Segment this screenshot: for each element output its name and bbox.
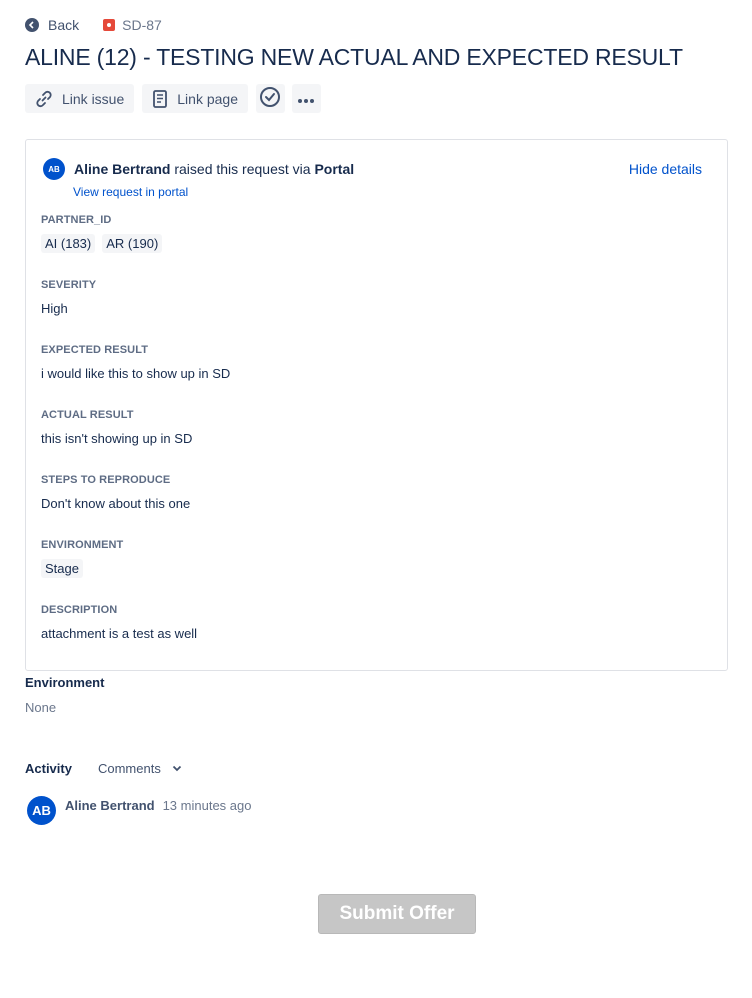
link-page-label: Link page [177, 90, 238, 107]
check-circle-icon [259, 86, 281, 111]
field-value: attachment is a test as well [41, 626, 198, 641]
issue-title: ALINE (12) - TESTING NEW ACTUAL AND EXPE… [25, 44, 683, 70]
field-partner-id: PARTNER_ID AI (183) AR (190) [41, 214, 169, 253]
environment-heading: Environment [25, 675, 105, 690]
activity-filter-label: Comments [97, 761, 161, 776]
link-issue-label: Link issue [62, 90, 125, 107]
field-value: High [41, 301, 68, 316]
issue-key-link[interactable]: SD-87 [103, 17, 162, 33]
avatar[interactable]: AB [27, 796, 56, 825]
field-value: this isn't showing up in SD [41, 431, 193, 446]
link-icon [35, 90, 53, 108]
field-value: i would like this to show up in SD [41, 366, 231, 381]
field-label: STEPS TO REPRODUCE [41, 474, 171, 486]
more-actions-button[interactable] [291, 84, 321, 113]
environment-value[interactable]: None [25, 700, 56, 715]
field-label: ENVIRONMENT [41, 539, 124, 551]
field-actual-result: ACTUAL RESULT this isn't showing up in S… [41, 409, 192, 446]
request-details-panel: AB Aline Bertrand raised this request vi… [25, 139, 728, 671]
issue-toolbar: Link issue Link page [25, 84, 328, 113]
reporter-name[interactable]: Aline Bertrand [74, 161, 170, 177]
field-label: DESCRIPTION [41, 604, 118, 616]
field-severity: SEVERITY High [41, 279, 96, 316]
field-value: Don't know about this one [41, 496, 191, 511]
field-environment: ENVIRONMENT Stage [41, 539, 123, 578]
field-label: ACTUAL RESULT [41, 409, 134, 421]
back-link[interactable]: Back [25, 17, 79, 33]
resolve-button[interactable] [255, 84, 285, 113]
activity-filter-dropdown[interactable]: Comments [98, 761, 182, 776]
view-in-portal-link[interactable]: View request in portal [73, 185, 188, 199]
bug-icon [103, 19, 116, 31]
link-page-button[interactable]: Link page [142, 84, 248, 113]
reporter-avatar[interactable]: AB [43, 158, 65, 180]
field-label: EXPECTED RESULT [41, 344, 149, 356]
environment-tag: Stage [41, 559, 83, 578]
reporter-line: AB Aline Bertrand raised this request vi… [43, 158, 354, 180]
field-description: DESCRIPTION attachment is a test as well [41, 604, 197, 641]
comment-author[interactable]: Aline Bertrand [65, 798, 155, 825]
submit-offer-button[interactable]: Submit Offer [318, 894, 476, 934]
link-issue-button[interactable]: Link issue [25, 84, 135, 113]
field-label: SEVERITY [41, 279, 97, 291]
partner-tag: AI (183) [41, 234, 96, 253]
comment-timestamp[interactable]: 13 minutes ago [163, 798, 252, 825]
chevron-down-icon [172, 765, 181, 772]
raised-text: raised this request via [170, 161, 315, 177]
hide-details-link[interactable]: Hide details [629, 161, 702, 177]
field-steps-to-reproduce: STEPS TO REPRODUCE Don't know about this… [41, 474, 190, 511]
back-arrow-icon [25, 18, 39, 32]
field-label: PARTNER_ID [41, 214, 112, 226]
issue-key: SD-87 [122, 17, 162, 33]
request-channel: Portal [314, 161, 355, 177]
activity-label: Activity [25, 761, 72, 776]
more-icon [297, 91, 315, 107]
page-icon [152, 89, 168, 108]
back-label: Back [48, 17, 80, 33]
top-navigation: Back SD-87 [25, 15, 162, 35]
activity-entry: AB Aline Bertrand 13 minutes ago [27, 796, 251, 825]
partner-tag: AR (190) [102, 234, 163, 253]
activity-bar: Activity Comments [25, 761, 182, 776]
field-expected-result: EXPECTED RESULT i would like this to sho… [41, 344, 230, 381]
